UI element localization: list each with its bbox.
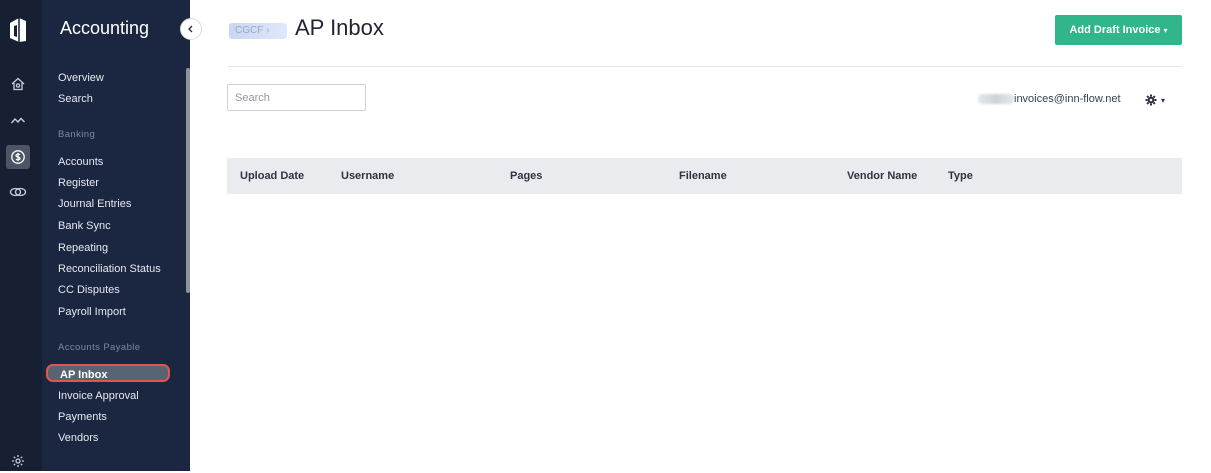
sidebar-item-ap-inbox[interactable]: AP Inbox: [46, 364, 170, 382]
caret-down-icon: ▾: [1163, 25, 1168, 35]
settings-menu-button[interactable]: ▾: [1145, 92, 1171, 108]
dollar-icon[interactable]: [6, 145, 30, 169]
handshake-icon[interactable]: [6, 180, 30, 204]
settings-icon[interactable]: [6, 449, 30, 473]
sidebar-section-accounts-payable: Accounts Payable: [58, 342, 141, 353]
sidebar-item-invoice-approval[interactable]: Invoice Approval: [58, 389, 139, 403]
inbox-email: invoices@inn-flow.net: [978, 93, 1121, 105]
column-header-username[interactable]: Username: [341, 170, 394, 182]
sidebar-item-payments[interactable]: Payments: [58, 410, 107, 424]
column-header-upload-date[interactable]: Upload Date: [240, 170, 304, 182]
home-icon[interactable]: [6, 72, 30, 96]
sidebar-title: Accounting: [60, 18, 150, 38]
inbox-email-text: invoices@inn-flow.net: [1014, 93, 1121, 105]
header-divider: [228, 66, 1182, 67]
sidebar-item-payroll-import[interactable]: Payroll Import: [58, 305, 126, 319]
sidebar-item-search[interactable]: Search: [58, 92, 93, 106]
sidebar-item-register[interactable]: Register: [58, 176, 99, 190]
breadcrumb[interactable]: CGCF ›: [229, 23, 287, 39]
sidebar-item-overview[interactable]: Overview: [58, 71, 104, 85]
sidebar-item-reconciliation-status[interactable]: Reconciliation Status: [58, 262, 161, 276]
add-draft-invoice-label: Add Draft Invoice: [1069, 24, 1161, 36]
collapse-sidebar-button[interactable]: [181, 19, 201, 39]
chevron-left-icon: [188, 25, 193, 33]
sidebar-item-vendors[interactable]: Vendors: [58, 431, 98, 445]
sidebar-section-banking: Banking: [58, 129, 96, 140]
column-header-type[interactable]: Type: [948, 170, 973, 182]
sidebar-item-bank-sync[interactable]: Bank Sync: [58, 219, 111, 233]
sidebar-item-journal-entries[interactable]: Journal Entries: [58, 197, 131, 211]
column-header-filename[interactable]: Filename: [679, 170, 727, 182]
page-title: AP Inbox: [295, 15, 384, 40]
app-logo-icon[interactable]: [9, 17, 27, 48]
column-header-vendor-name[interactable]: Vendor Name: [847, 170, 917, 182]
sidebar-item-repeating[interactable]: Repeating: [58, 241, 108, 255]
sidebar-item-cc-disputes[interactable]: CC Disputes: [58, 283, 120, 297]
column-header-pages[interactable]: Pages: [510, 170, 542, 182]
secondary-sidebar: Accounting Overview Search Banking Accou…: [42, 0, 190, 471]
icon-rail: [0, 0, 42, 471]
search-input[interactable]: [227, 84, 366, 111]
sidebar-scrollbar[interactable]: [186, 68, 190, 293]
sidebar-item-accounts[interactable]: Accounts: [58, 155, 103, 169]
gear-icon: [1145, 94, 1157, 106]
activity-icon[interactable]: [6, 109, 30, 133]
redacted-text: [978, 94, 1014, 105]
caret-down-icon: ▾: [1161, 95, 1166, 105]
add-draft-invoice-button[interactable]: Add Draft Invoice ▾: [1055, 15, 1182, 45]
table-header-row: Upload Date Username Pages Filename Vend…: [227, 158, 1182, 194]
